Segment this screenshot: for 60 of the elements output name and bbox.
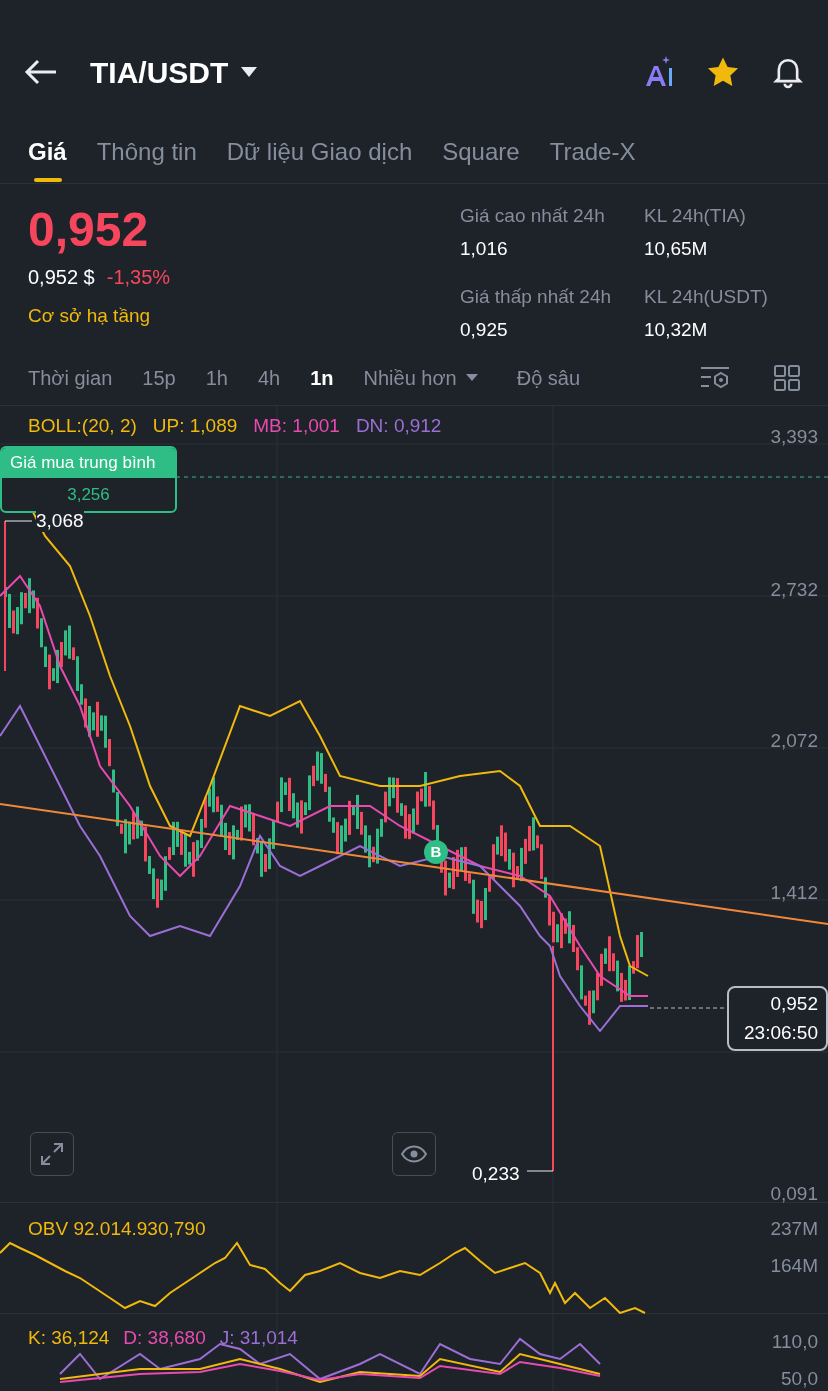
stat-label: Giá thấp nhất 24h — [460, 285, 613, 309]
back-arrow-icon[interactable] — [24, 59, 58, 85]
price-axis-label: 1,412 — [770, 881, 818, 905]
current-price: 0,952 — [770, 992, 818, 1016]
stat-label: KL 24h(USDT) — [644, 285, 769, 309]
kdj-value: K: 36,124 — [28, 1326, 110, 1350]
candle-countdown: 23:06:50 — [744, 1020, 818, 1045]
interval-tab[interactable]: 1n — [310, 362, 334, 393]
obv-axis-label: 237M — [770, 1217, 818, 1241]
average-buy-label: Giá mua trung bình — [2, 448, 175, 478]
interval-tab[interactable]: Độ sâu — [516, 362, 581, 393]
price-axis-label: 0,091 — [770, 1182, 818, 1206]
stat-value: 10,32M — [644, 317, 709, 342]
stat-label: KL 24h(TIA) — [644, 204, 747, 228]
usd-price: 0,952 $ — [28, 265, 95, 290]
star-icon[interactable] — [706, 56, 740, 88]
trading-pair-title[interactable]: TIA/USDT — [90, 49, 229, 95]
grid-icon[interactable] — [774, 364, 800, 391]
eye-icon — [401, 1145, 427, 1163]
indicator-value: BOLL:(20, 2) — [28, 414, 137, 438]
price-change: -1,35% — [106, 265, 171, 290]
indicator-settings-icon[interactable] — [700, 364, 730, 391]
indicator-value: DN: 0,912 — [355, 414, 442, 438]
tab[interactable]: Dữ liệu Giao dịch — [226, 134, 413, 182]
caret-icon — [464, 373, 479, 382]
last-price: 0,952 — [28, 202, 150, 258]
indicator-value: MB: 1,001 — [253, 414, 340, 438]
obv-axis-label: 164M — [770, 1254, 818, 1278]
tab[interactable]: Giá — [28, 134, 67, 182]
category-tag[interactable]: Cơ sở hạ tầng — [28, 302, 460, 331]
stat-value: 1,016 — [460, 236, 509, 261]
kdj-axis-label: 50,0 — [781, 1367, 818, 1391]
price-axis-label: 2,732 — [770, 578, 818, 602]
interval-tab[interactable]: 15p — [142, 362, 176, 393]
average-buy-price-tag[interactable]: Giá mua trung bình 3,256 — [0, 446, 177, 513]
average-buy-value: 3,256 — [66, 483, 111, 506]
stat-value: 10,65M — [644, 236, 709, 261]
kdj-axis-label: 110,0 — [771, 1330, 818, 1354]
stat-value: 0,925 — [460, 317, 509, 342]
tab[interactable]: Thông tin — [96, 134, 197, 182]
interval-tab[interactable]: Thời gian — [28, 362, 113, 393]
fullscreen-button[interactable] — [30, 1132, 74, 1176]
price-axis-label: 3,393 — [770, 425, 818, 449]
low-price-label: 0,233 — [472, 1162, 520, 1186]
buy-marker: B — [424, 840, 448, 864]
kdj-value: J: 31,014 — [219, 1326, 298, 1350]
stat-label: Giá cao nhất 24h — [460, 204, 606, 228]
tab[interactable]: Trade-X — [549, 134, 636, 182]
interval-tab[interactable]: 4h — [257, 362, 281, 393]
price-axis-label: 2,072 — [770, 729, 818, 753]
expand-icon — [40, 1142, 64, 1166]
kdj-value: D: 38,680 — [123, 1326, 206, 1350]
tab[interactable]: Square — [442, 134, 520, 182]
more-dropdown[interactable]: Nhiều hơn — [363, 362, 479, 393]
interval-tab[interactable]: 1h — [205, 362, 228, 393]
indicator-value: UP: 1,089 — [152, 414, 238, 438]
high-price-label: 3,068 — [36, 510, 84, 532]
obv-value: OBV 92.014.930,790 — [28, 1217, 206, 1241]
caret-icon[interactable] — [240, 66, 259, 78]
visibility-button[interactable] — [392, 1132, 436, 1176]
